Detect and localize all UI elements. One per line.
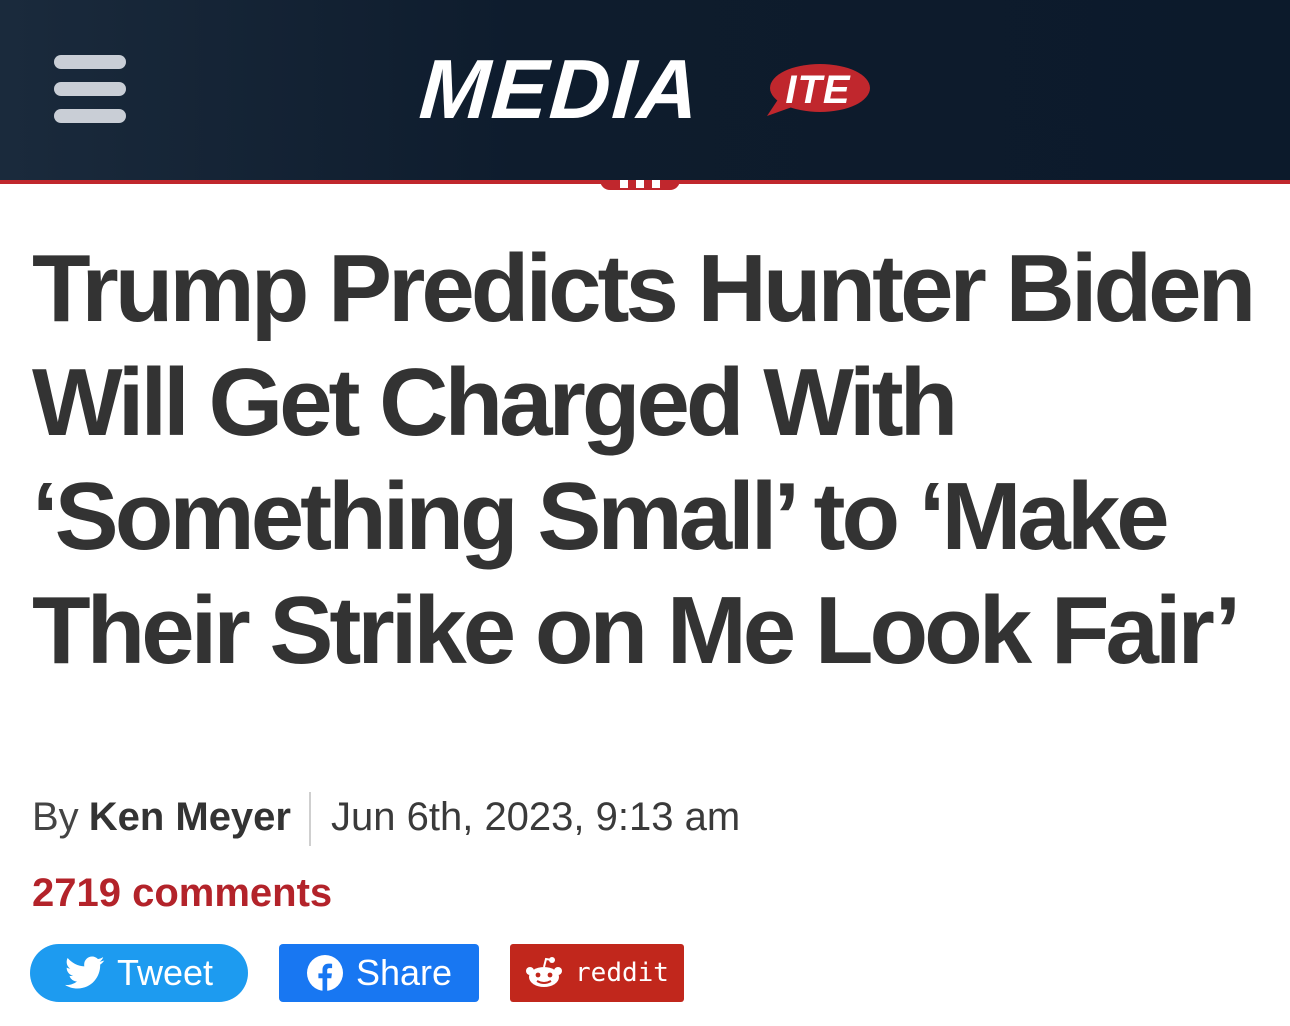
article-headline: Trump Predicts Hunter Biden Will Get Cha… [32,235,1256,684]
byline-prefix: By [32,795,79,839]
byline: By Ken Meyer Jun 6th, 2023, 9:13 am [32,792,741,847]
twitter-bird-icon [64,956,105,990]
tweet-button[interactable]: Tweet [30,944,248,1002]
facebook-icon [306,954,344,992]
reddit-share-button[interactable]: reddit [510,944,684,1002]
author-link[interactable]: Ken Meyer [89,795,291,839]
tweet-label: Tweet [116,952,214,993]
reddit-label: reddit [575,958,669,988]
comments-link[interactable]: 2719 comments [32,868,332,918]
header-tab-icon[interactable] [600,180,680,190]
publish-date: Jun 6th, 2023, 9:13 am [331,795,741,839]
facebook-share-label: Share [355,952,453,993]
logo-wordmark: MEDIA [416,42,704,136]
logo-speech-bubble: ITE [765,62,871,118]
byline-separator [309,792,311,847]
site-header: MEDIA ITE [0,0,1290,180]
logo-bubble-text: ITE [785,68,851,112]
reddit-alien-icon [525,956,563,990]
facebook-share-button[interactable]: Share [279,944,479,1002]
hamburger-menu-icon[interactable] [54,55,126,123]
